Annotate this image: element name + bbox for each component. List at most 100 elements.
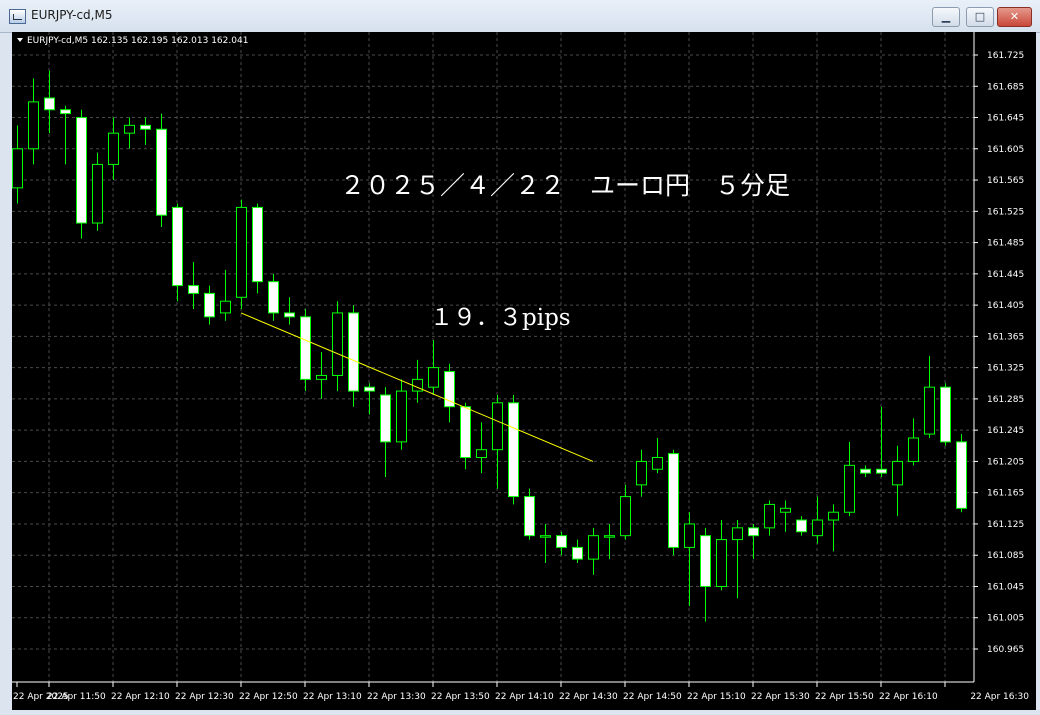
candle[interactable]	[332, 301, 343, 392]
candle[interactable]	[188, 262, 199, 310]
candle[interactable]	[172, 203, 183, 302]
candle-body	[220, 300, 231, 314]
candle[interactable]	[44, 70, 55, 134]
symbol-info: EURJPY-cd,M5 162.135 162.195 162.013 162…	[27, 36, 248, 46]
candle-body	[44, 97, 55, 111]
candle[interactable]	[28, 78, 39, 165]
candle[interactable]	[892, 445, 903, 517]
candle[interactable]	[476, 422, 487, 474]
candle[interactable]	[828, 504, 839, 552]
candle-body	[460, 406, 471, 459]
candle[interactable]	[412, 359, 423, 403]
time-tick-label: 22 Apr 12:30	[175, 692, 234, 702]
candle[interactable]	[284, 297, 295, 325]
candle-body	[508, 402, 519, 498]
candle[interactable]	[380, 387, 391, 478]
candle[interactable]	[348, 305, 359, 407]
title-bar[interactable]: EURJPY-cd,M5 ▁ □ ✕	[0, 0, 1040, 33]
candle[interactable]	[780, 500, 791, 532]
price-tick-label: 161.005	[987, 614, 1024, 624]
candle[interactable]	[460, 402, 471, 470]
candle[interactable]	[684, 512, 695, 607]
candle[interactable]	[396, 379, 407, 450]
candle[interactable]	[444, 363, 455, 423]
candlestick-chart[interactable]: 161.725 161.685 161.645 161.605 161.565 161.5…	[12, 32, 1036, 710]
candle[interactable]	[12, 125, 23, 204]
candle[interactable]	[140, 117, 151, 145]
candle[interactable]	[508, 394, 519, 505]
candle[interactable]	[876, 406, 887, 478]
candle[interactable]	[156, 113, 167, 227]
time-tick-label: 22 Apr 13:10	[303, 692, 362, 702]
candle[interactable]	[908, 418, 919, 466]
candle[interactable]	[588, 527, 599, 575]
price-tick-label: 161.165	[987, 489, 1024, 499]
candle-body	[828, 511, 839, 521]
candle[interactable]	[76, 109, 87, 239]
candle-body	[92, 163, 103, 224]
candle[interactable]	[108, 117, 119, 181]
candle[interactable]	[300, 309, 311, 392]
candle[interactable]	[812, 496, 823, 544]
candle[interactable]	[556, 531, 567, 556]
maximize-button[interactable]: □	[966, 7, 994, 27]
candle[interactable]	[924, 355, 935, 438]
candle-body	[700, 535, 711, 587]
price-tick-label: 161.365	[987, 332, 1024, 342]
candle[interactable]	[620, 484, 631, 540]
candle[interactable]	[668, 449, 679, 556]
time-tick-label: 22 Apr 14:30	[559, 692, 618, 702]
candle[interactable]	[492, 394, 503, 489]
candle-body	[428, 367, 439, 388]
minimize-button[interactable]: ▁	[932, 7, 960, 27]
price-tick-label: 161.685	[987, 82, 1024, 92]
candle[interactable]	[220, 269, 231, 321]
candle-body	[892, 460, 903, 486]
candle[interactable]	[940, 383, 951, 446]
chart-area[interactable]: 161.725 161.685 161.645 161.605 161.565 161.5…	[12, 32, 1036, 710]
candle[interactable]	[92, 152, 103, 231]
candle[interactable]	[700, 527, 711, 622]
price-tick-label: 161.525	[987, 207, 1024, 217]
candle[interactable]	[204, 285, 215, 325]
candle[interactable]	[716, 520, 727, 591]
candle-body	[476, 449, 487, 459]
trendline[interactable]	[240, 312, 594, 462]
candle-body	[316, 374, 327, 380]
candle[interactable]	[524, 488, 535, 540]
price-tick-label: 161.485	[987, 239, 1024, 249]
candle[interactable]	[124, 117, 135, 149]
candle-body	[268, 281, 279, 314]
collapse-arrow-icon[interactable]	[17, 38, 23, 42]
candle[interactable]	[796, 516, 807, 536]
candle[interactable]	[636, 449, 647, 497]
price-tick-label: 161.085	[987, 551, 1024, 561]
price-tick-label: 161.605	[987, 145, 1024, 155]
candle[interactable]	[860, 465, 871, 478]
time-tick-label: 22 Apr 16:30	[970, 692, 1029, 702]
candle-body	[636, 460, 647, 486]
candle[interactable]	[956, 434, 967, 513]
candle[interactable]	[652, 437, 663, 474]
price-tick-label: 161.725	[987, 51, 1024, 61]
candle[interactable]	[316, 352, 327, 399]
candle[interactable]	[60, 105, 71, 165]
candle[interactable]	[572, 539, 583, 564]
close-button[interactable]: ✕	[997, 7, 1032, 27]
candle[interactable]	[748, 523, 759, 560]
candle-body	[668, 453, 679, 548]
candle-body	[748, 527, 759, 537]
candle-body	[540, 535, 551, 538]
candle-body	[860, 468, 871, 474]
candle-body	[956, 441, 967, 509]
candle-body	[492, 402, 503, 451]
candle[interactable]	[540, 523, 551, 564]
candle[interactable]	[236, 199, 247, 310]
candle[interactable]	[428, 340, 439, 395]
candle-body	[156, 128, 167, 216]
candle[interactable]	[764, 500, 775, 536]
candle[interactable]	[604, 523, 615, 560]
candle[interactable]	[268, 273, 279, 321]
candle[interactable]	[252, 203, 263, 294]
candle[interactable]	[844, 441, 855, 517]
